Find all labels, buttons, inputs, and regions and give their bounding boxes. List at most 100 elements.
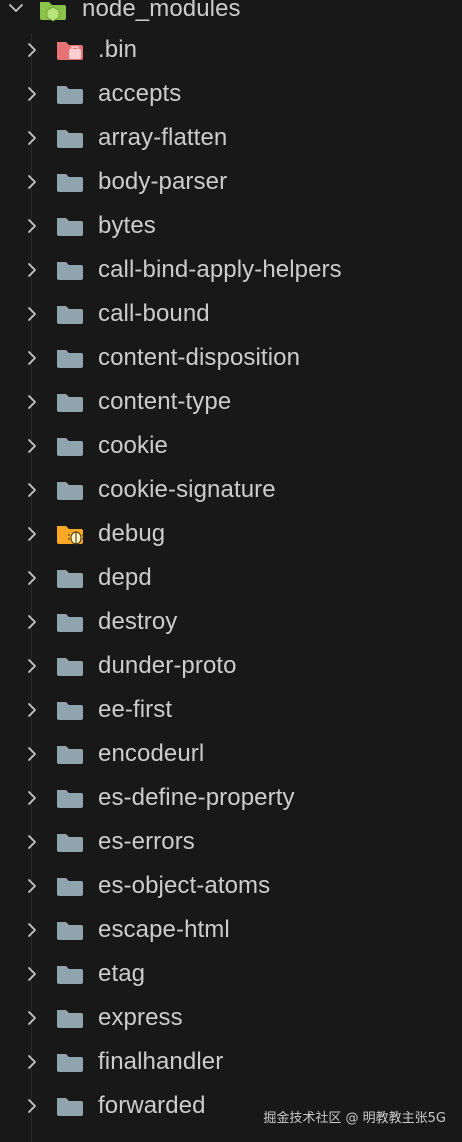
folder-icon <box>57 790 83 808</box>
folder-debug-icon <box>57 526 84 545</box>
tree-item-express[interactable]: express <box>0 996 462 1040</box>
tree-item-label: bytes <box>98 212 156 239</box>
tree-item-label: body-parser <box>98 168 228 195</box>
tree-item-accepts[interactable]: accepts <box>0 72 462 116</box>
tree-item-label: depd <box>98 564 152 591</box>
tree-item-label: finalhandler <box>98 1048 224 1075</box>
chevron-right-icon[interactable] <box>22 128 42 148</box>
tree-item-label: express <box>98 1004 183 1031</box>
tree-item-content-type[interactable]: content-type <box>0 380 462 424</box>
tree-item-depd[interactable]: depd <box>0 556 462 600</box>
folder-icon <box>57 570 83 588</box>
tree-item-etag[interactable]: etag <box>0 952 462 996</box>
tree-item-call-bind-apply-helpers[interactable]: call-bind-apply-helpers <box>0 248 462 292</box>
tree-item-label: encodeurl <box>98 740 205 767</box>
tree-item-node-modules[interactable]: node_modules <box>0 0 462 28</box>
chevron-right-icon[interactable] <box>22 656 42 676</box>
chevron-right-icon[interactable] <box>22 744 42 764</box>
folder-icon <box>57 1010 83 1028</box>
tree-item-label: escape-html <box>98 916 230 943</box>
chevron-right-icon[interactable] <box>22 172 42 192</box>
chevron-right-icon[interactable] <box>22 260 42 280</box>
tree-item-label: cookie <box>98 432 168 459</box>
chevron-right-icon[interactable] <box>22 876 42 896</box>
tree-item-finalhandler[interactable]: finalhandler <box>0 1040 462 1084</box>
chevron-right-icon[interactable] <box>22 1008 42 1028</box>
folder-icon <box>57 174 83 192</box>
tree-item-cookie[interactable]: cookie <box>0 424 462 468</box>
folder-icon <box>57 306 83 324</box>
chevron-right-icon[interactable] <box>22 920 42 940</box>
tree-item-dot-bin[interactable]: .bin <box>0 28 462 72</box>
watermark: 掘金技术社区 @ 明教教主张5G <box>263 1111 446 1126</box>
chevron-right-icon[interactable] <box>22 40 42 60</box>
chevron-right-icon[interactable] <box>22 216 42 236</box>
tree-item-es-errors[interactable]: es-errors <box>0 820 462 864</box>
tree-item-label: dunder-proto <box>98 652 237 679</box>
chevron-right-icon[interactable] <box>22 612 42 632</box>
folder-bin-icon <box>57 42 83 60</box>
chevron-right-icon[interactable] <box>22 304 42 324</box>
folder-icon <box>57 218 83 236</box>
folder-icon <box>57 86 83 104</box>
tree-item-label: cookie-signature <box>98 476 276 503</box>
tree-item-call-bound[interactable]: call-bound <box>0 292 462 336</box>
chevron-right-icon[interactable] <box>22 832 42 852</box>
file-explorer-tree: node_modules .bin accepts array-flatten bod… <box>0 0 462 1142</box>
tree-item-bytes[interactable]: bytes <box>0 204 462 248</box>
folder-icon <box>57 1054 83 1072</box>
chevron-right-icon[interactable] <box>22 480 42 500</box>
chevron-right-icon[interactable] <box>22 436 42 456</box>
folder-icon <box>57 1098 83 1116</box>
chevron-right-icon[interactable] <box>22 348 42 368</box>
tree-item-label: node_modules <box>82 0 241 22</box>
tree-item-label: es-define-property <box>98 784 295 811</box>
chevron-right-icon[interactable] <box>22 1096 42 1116</box>
chevron-right-icon[interactable] <box>22 84 42 104</box>
tree-item-label: forwarded <box>98 1092 206 1119</box>
tree-item-encodeurl[interactable]: encodeurl <box>0 732 462 776</box>
folder-icon <box>57 702 83 720</box>
tree-item-es-object-atoms[interactable]: es-object-atoms <box>0 864 462 908</box>
chevron-right-icon[interactable] <box>22 964 42 984</box>
chevron-right-icon[interactable] <box>22 788 42 808</box>
tree-item-label: accepts <box>98 80 182 107</box>
tree-item-debug[interactable]: debug <box>0 512 462 556</box>
tree-item-cookie-signature[interactable]: cookie-signature <box>0 468 462 512</box>
folder-icon <box>57 922 83 940</box>
chevron-right-icon[interactable] <box>22 1052 42 1072</box>
tree-item-label: etag <box>98 960 146 987</box>
tree-item-label: call-bound <box>98 300 210 327</box>
folder-icon <box>57 482 83 500</box>
tree-item-label: ee-first <box>98 696 173 723</box>
folder-icon <box>57 130 83 148</box>
folder-icon <box>57 614 83 632</box>
tree-item-content-disposition[interactable]: content-disposition <box>0 336 462 380</box>
tree-item-ee-first[interactable]: ee-first <box>0 688 462 732</box>
tree-item-label: content-disposition <box>98 344 301 371</box>
folder-icon <box>57 262 83 280</box>
chevron-right-icon[interactable] <box>22 524 42 544</box>
tree-item-label: array-flatten <box>98 124 228 151</box>
chevron-right-icon[interactable] <box>22 700 42 720</box>
folder-icon <box>57 394 83 412</box>
tree-item-destroy[interactable]: destroy <box>0 600 462 644</box>
folder-open-node-icon <box>40 2 66 22</box>
folder-icon <box>57 834 83 852</box>
tree-item-dunder-proto[interactable]: dunder-proto <box>0 644 462 688</box>
chevron-right-icon[interactable] <box>22 392 42 412</box>
folder-icon <box>57 350 83 368</box>
tree-item-body-parser[interactable]: body-parser <box>0 160 462 204</box>
folder-icon <box>57 966 83 984</box>
chevron-down-icon[interactable] <box>6 0 26 18</box>
tree-item-array-flatten[interactable]: array-flatten <box>0 116 462 160</box>
folder-icon <box>57 878 83 896</box>
chevron-right-icon[interactable] <box>22 568 42 588</box>
folder-icon <box>57 438 83 456</box>
tree-item-label: es-object-atoms <box>98 872 271 899</box>
tree-item-label: debug <box>98 520 166 547</box>
tree-item-es-define-property[interactable]: es-define-property <box>0 776 462 820</box>
tree-item-label: call-bind-apply-helpers <box>98 256 342 283</box>
folder-icon <box>57 658 83 676</box>
tree-item-escape-html[interactable]: escape-html <box>0 908 462 952</box>
